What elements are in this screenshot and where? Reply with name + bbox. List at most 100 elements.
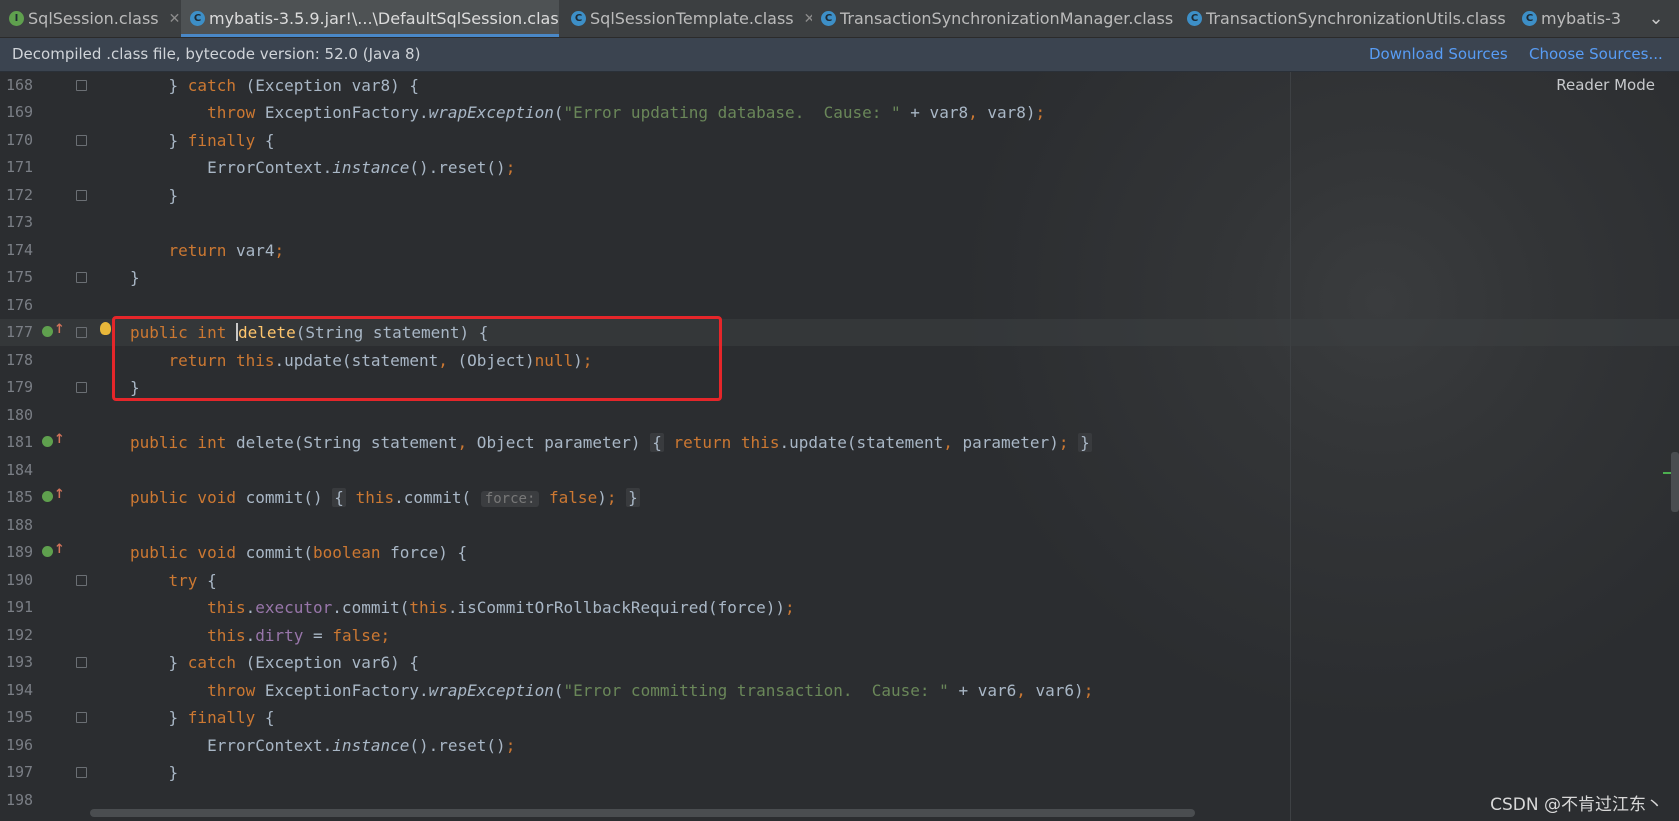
red-highlight-box bbox=[112, 316, 722, 401]
fold-icon[interactable] bbox=[76, 712, 87, 723]
code-text: try { bbox=[168, 571, 217, 590]
code-line: 180 bbox=[0, 402, 1679, 429]
fold-icon[interactable] bbox=[76, 80, 87, 91]
arrow-up-icon[interactable]: ↑ bbox=[54, 542, 65, 557]
implements-method-icon[interactable] bbox=[42, 326, 53, 337]
code-line: 195 } finally { bbox=[0, 704, 1679, 731]
horizontal-scrollbar[interactable] bbox=[90, 809, 1195, 817]
line-number: 177 bbox=[6, 323, 34, 341]
fold-icon[interactable] bbox=[76, 135, 87, 146]
editor-tab-bar: I SqlSession.class ✕ C mybatis-3.5.9.jar… bbox=[0, 0, 1679, 38]
code-line: 197 } bbox=[0, 759, 1679, 786]
fold-icon[interactable] bbox=[76, 190, 87, 201]
code-line: 194 throw ExceptionFactory.wrapException… bbox=[0, 677, 1679, 704]
code-text: } finally { bbox=[130, 131, 275, 150]
interface-icon: I bbox=[9, 11, 24, 26]
string-literal: "Error updating database. Cause: " bbox=[563, 103, 901, 122]
code-line: 172 } bbox=[0, 182, 1679, 209]
code-text: } catch (Exception var6) { bbox=[130, 653, 419, 672]
code-line: 193 } catch (Exception var6) { bbox=[0, 649, 1679, 676]
code-line: 169 throw ExceptionFactory.wrapException… bbox=[0, 99, 1679, 126]
arrow-up-icon[interactable]: ↑ bbox=[54, 322, 65, 337]
implements-method-icon[interactable] bbox=[42, 436, 53, 447]
code-line: 190 try { bbox=[0, 567, 1679, 594]
code-text: this.dirty = false; bbox=[207, 626, 391, 645]
tabs-dropdown-button[interactable]: ⌄ bbox=[1633, 0, 1679, 37]
fold-icon[interactable] bbox=[76, 272, 87, 283]
code-text: public void commit(boolean force) { bbox=[130, 543, 468, 562]
line-number: 189 bbox=[6, 543, 34, 561]
close-icon[interactable]: ✕ bbox=[804, 11, 812, 27]
vertical-scrollbar[interactable] bbox=[1671, 452, 1679, 512]
line-number: 171 bbox=[6, 158, 34, 176]
implements-method-icon[interactable] bbox=[42, 491, 53, 502]
tab-sqlsessiontemplate[interactable]: C SqlSessionTemplate.class ✕ bbox=[562, 0, 812, 37]
download-sources-link[interactable]: Download Sources bbox=[1369, 38, 1508, 71]
watermark: CSDN @不肯过江东丶 bbox=[1490, 795, 1663, 815]
fold-icon[interactable] bbox=[76, 382, 87, 393]
line-number: 184 bbox=[6, 461, 34, 479]
code-text: } bbox=[130, 186, 179, 205]
fold-icon[interactable] bbox=[76, 327, 87, 338]
code-text: } bbox=[130, 268, 140, 287]
tab-transactionsynchronizationmanager[interactable]: C TransactionSynchronizationManager.clas… bbox=[812, 0, 1178, 37]
code-line: 188 bbox=[0, 512, 1679, 539]
code-text: ErrorContext.instance().reset(); bbox=[130, 158, 516, 177]
tab-mybatis-overflow[interactable]: C mybatis-3 bbox=[1513, 0, 1633, 37]
code-line: 168 } catch (Exception var8) { bbox=[0, 72, 1679, 99]
line-number: 172 bbox=[6, 186, 34, 204]
class-icon: C bbox=[190, 11, 205, 26]
code-text: } bbox=[130, 763, 179, 782]
choose-sources-link[interactable]: Choose Sources... bbox=[1529, 38, 1663, 71]
code-text: } finally { bbox=[130, 708, 275, 727]
tab-transactionsynchronizationutils[interactable]: C TransactionSynchronizationUtils.class … bbox=[1178, 0, 1513, 37]
code-text: return var4; bbox=[168, 241, 285, 260]
code-line: 171 ErrorContext.instance().reset(); bbox=[0, 154, 1679, 181]
lightbulb-icon[interactable] bbox=[100, 322, 111, 335]
code-line: 189 ↑ public void commit(boolean force) … bbox=[0, 539, 1679, 566]
line-number: 198 bbox=[6, 791, 34, 809]
tab-label: TransactionSynchronizationManager.class bbox=[840, 9, 1174, 28]
tab-label: SqlSessionTemplate.class bbox=[590, 9, 794, 28]
line-number: 188 bbox=[6, 516, 34, 534]
tab-label: SqlSession.class bbox=[28, 9, 159, 28]
line-number: 194 bbox=[6, 681, 34, 699]
code-line: 191 this.executor.commit(this.isCommitOr… bbox=[0, 594, 1679, 621]
line-number: 169 bbox=[6, 103, 34, 121]
code-line: 170 } finally { bbox=[0, 127, 1679, 154]
class-icon: C bbox=[1522, 11, 1537, 26]
parameter-hint: force: bbox=[480, 491, 540, 507]
code-editor[interactable]: Reader Mode 168 } catch (Exception var8)… bbox=[0, 72, 1679, 821]
code-line: 174 return var4; bbox=[0, 237, 1679, 264]
code-line: 175 } bbox=[0, 264, 1679, 291]
close-icon[interactable]: ✕ bbox=[169, 11, 181, 27]
code-line: 173 bbox=[0, 209, 1679, 236]
arrow-up-icon[interactable]: ↑ bbox=[54, 487, 65, 502]
tab-sqlsession[interactable]: I SqlSession.class ✕ bbox=[0, 0, 181, 37]
code-line: 185 ↑ public void commit() { this.commit… bbox=[0, 484, 1679, 511]
fold-icon[interactable] bbox=[76, 767, 87, 778]
line-number: 192 bbox=[6, 626, 34, 644]
code-text: public void commit() { this.commit( forc… bbox=[130, 488, 640, 507]
code-line: 192 this.dirty = false; bbox=[0, 622, 1679, 649]
code-text: this.executor.commit(this.isCommitOrRoll… bbox=[207, 598, 795, 617]
tab-label: TransactionSynchronizationUtils.class bbox=[1206, 9, 1506, 28]
code-text: ErrorContext.instance().reset(); bbox=[130, 736, 516, 755]
line-number: 174 bbox=[6, 241, 34, 259]
banner-info-text: Decompiled .class file, bytecode version… bbox=[12, 45, 421, 63]
fold-icon[interactable] bbox=[76, 657, 87, 668]
line-number: 180 bbox=[6, 406, 34, 424]
code-line: 176 bbox=[0, 292, 1679, 319]
error-stripe-marker[interactable] bbox=[1663, 472, 1671, 474]
arrow-up-icon[interactable]: ↑ bbox=[54, 432, 65, 447]
code-text: throw ExceptionFactory.wrapException("Er… bbox=[207, 103, 1046, 122]
fold-icon[interactable] bbox=[76, 575, 87, 586]
code-line: 181 ↑ public int delete(String statement… bbox=[0, 429, 1679, 456]
code-text: } catch (Exception var8) { bbox=[130, 76, 419, 95]
code-line: 196 ErrorContext.instance().reset(); bbox=[0, 732, 1679, 759]
tab-defaultsqlsession[interactable]: C mybatis-3.5.9.jar!\...\DefaultSqlSessi… bbox=[181, 0, 559, 37]
implements-method-icon[interactable] bbox=[42, 546, 53, 557]
line-number: 179 bbox=[6, 378, 34, 396]
line-number: 175 bbox=[6, 268, 34, 286]
line-number: 191 bbox=[6, 598, 34, 616]
